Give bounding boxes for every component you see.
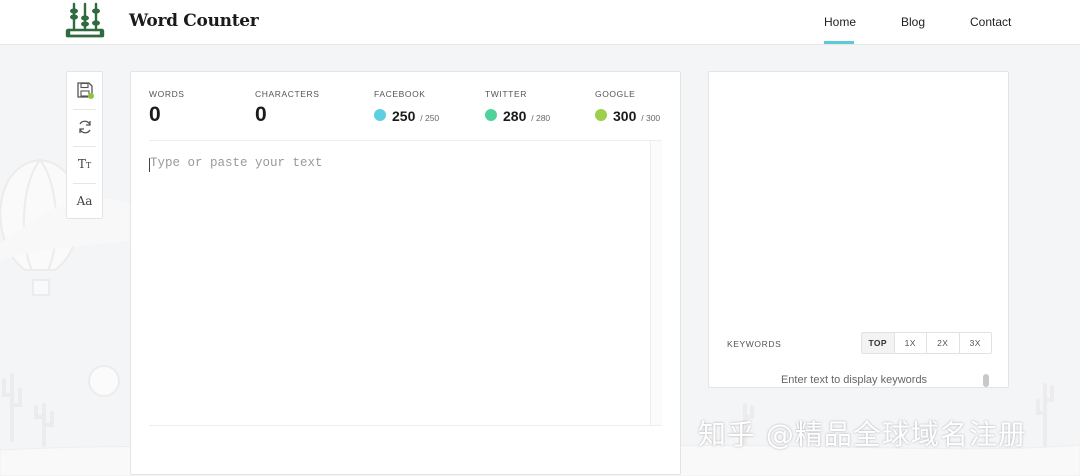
tab-top[interactable]: TOP [862, 333, 895, 353]
save-icon [76, 82, 94, 99]
keywords-empty-message: Enter text to display keywords [780, 374, 928, 386]
save-button[interactable] [67, 72, 102, 108]
facebook-label: FACEBOOK [374, 89, 426, 99]
twitter-status-dot [485, 109, 497, 121]
editor-scrollbar[interactable] [650, 141, 662, 426]
font-icon: Aa [76, 194, 93, 208]
text-caret [149, 158, 150, 172]
keywords-scrollbar[interactable] [983, 374, 989, 387]
characters-count: 0 [255, 103, 267, 126]
reset-button[interactable] [67, 109, 102, 145]
active-nav-indicator [824, 41, 854, 44]
nav-home-link[interactable]: Home [824, 15, 856, 29]
refresh-icon [78, 120, 91, 134]
abacus-logo-icon[interactable] [64, 2, 106, 40]
nav-blog-link[interactable]: Blog [901, 15, 925, 29]
keywords-label: KEYWORDS [727, 339, 782, 349]
zhihu-watermark: 知乎 @精品全球域名注册 [698, 418, 1027, 451]
keywords-panel: KEYWORDS TOP 1X 2X 3X Enter text to disp… [708, 71, 1009, 388]
text-size-button[interactable]: TT [67, 146, 102, 182]
text-input[interactable] [149, 141, 650, 426]
text-size-icon: TT [77, 157, 92, 171]
tab-1x[interactable]: 1X [895, 333, 927, 353]
nav-contact-link[interactable]: Contact [970, 15, 1011, 29]
facebook-status-dot [374, 109, 386, 121]
editor-bottom-divider [149, 425, 662, 426]
editor-toolbar: TT Aa [66, 71, 103, 219]
characters-label: CHARACTERS [255, 89, 320, 99]
tab-3x[interactable]: 3X [960, 333, 992, 353]
editor-panel: WORDS 0 CHARACTERS 0 FACEBOOK 250 / 250 … [130, 71, 681, 475]
twitter-remaining: 280 / 280 [503, 108, 551, 124]
tab-2x[interactable]: 2X [927, 333, 960, 353]
google-remaining: 300 / 300 [613, 108, 661, 124]
google-label: GOOGLE [595, 89, 636, 99]
keyword-density-tabs: TOP 1X 2X 3X [861, 332, 992, 354]
words-label: WORDS [149, 89, 185, 99]
google-status-dot [595, 109, 607, 121]
words-count: 0 [149, 103, 161, 126]
top-navigation-bar: Word Counter Home Blog Contact [0, 0, 1080, 45]
facebook-remaining: 250 / 250 [392, 108, 440, 124]
font-button[interactable]: Aa [67, 183, 102, 219]
twitter-label: TWITTER [485, 89, 527, 99]
brand-name[interactable]: Word Counter [129, 11, 259, 31]
